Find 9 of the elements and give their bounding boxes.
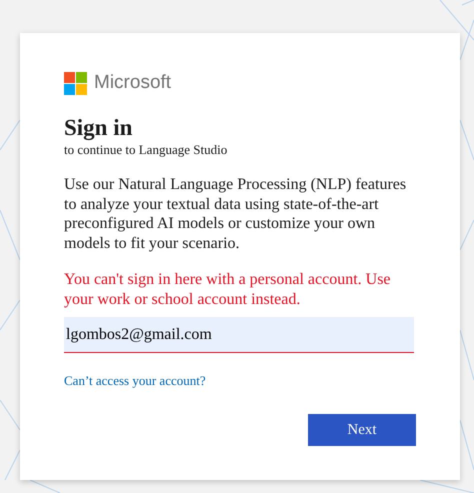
- help-link[interactable]: Can’t access your account?: [64, 373, 206, 389]
- error-message: You can't sign in here with a personal account. Use your work or school account instead.: [64, 270, 392, 310]
- next-button[interactable]: Next: [308, 414, 416, 446]
- email-field[interactable]: lgombos2@gmail.com: [64, 317, 414, 353]
- brand-name: Microsoft: [94, 72, 172, 94]
- page-title: Sign in: [64, 114, 134, 142]
- subtitle-text: to continue to Language Studio: [64, 142, 228, 158]
- description-text: Use our Natural Language Processing (NLP) features to analyze your textual data using state-of-the-art preconfigured AI models or customize your own models to fit your scenario.: [64, 175, 408, 253]
- logo-icon: [64, 72, 87, 94]
